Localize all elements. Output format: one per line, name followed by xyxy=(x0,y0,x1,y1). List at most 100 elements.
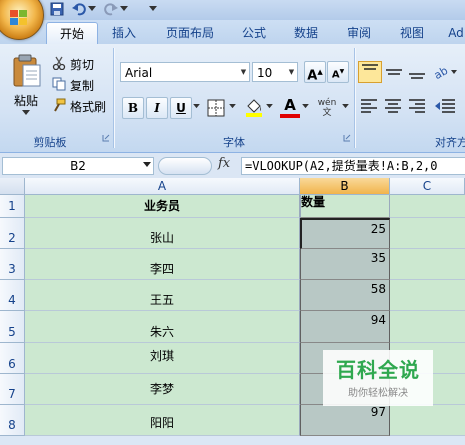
tab-formulas[interactable]: 公式 xyxy=(236,22,272,44)
font-group-label: 字体 xyxy=(223,136,245,149)
group-separator xyxy=(354,48,356,148)
align-center-icon[interactable] xyxy=(384,97,402,115)
select-all-button[interactable] xyxy=(0,178,25,195)
align-bottom-icon[interactable] xyxy=(406,61,428,83)
cell-name[interactable]: 阳阳 xyxy=(25,405,300,436)
format-painter-icon[interactable] xyxy=(52,98,66,112)
row-header[interactable]: 4 xyxy=(0,280,25,311)
cell-name[interactable]: 李梦 xyxy=(25,374,300,405)
align-left-icon[interactable] xyxy=(360,97,378,115)
tab-view[interactable]: 视图 xyxy=(394,22,430,44)
column-header-a[interactable]: A xyxy=(25,178,300,195)
align-top-icon[interactable] xyxy=(358,61,382,83)
save-icon[interactable] xyxy=(50,2,64,16)
office-logo-icon xyxy=(10,10,27,25)
italic-button[interactable]: I xyxy=(146,97,168,119)
insert-function-button[interactable]: fx xyxy=(218,156,238,176)
paste-dropdown-icon[interactable] xyxy=(22,110,30,116)
font-name-value: Arial xyxy=(125,66,153,80)
watermark-subtitle: 助你轻松解决 xyxy=(348,388,408,399)
cell-qty[interactable]: 35 xyxy=(300,249,390,280)
column-header-c[interactable]: C xyxy=(390,178,465,195)
phonetic-dropdown-icon[interactable] xyxy=(342,104,349,109)
customize-qat-icon[interactable] xyxy=(148,4,158,14)
tab-home[interactable]: 开始 xyxy=(46,22,98,45)
row-header[interactable]: 2 xyxy=(0,218,25,249)
bold-button[interactable]: B xyxy=(122,97,144,119)
borders-dropdown-icon[interactable] xyxy=(229,104,236,109)
watermark-title: 百科全说 xyxy=(336,358,420,382)
underline-button[interactable]: U xyxy=(170,97,192,119)
cell-a1[interactable]: 业务员 xyxy=(25,195,300,218)
tab-addins[interactable]: Ad xyxy=(445,22,465,44)
shrink-font-button[interactable]: A▼ xyxy=(327,61,349,83)
paste-button-label[interactable]: 粘贴 xyxy=(14,92,38,109)
format-painter-button[interactable]: 格式刷 xyxy=(70,98,106,115)
tab-insert[interactable]: 插入 xyxy=(106,22,142,44)
name-box-dropdown-icon[interactable] xyxy=(143,162,151,168)
font-color-dropdown-icon[interactable] xyxy=(302,104,309,109)
clipboard-launcher-icon[interactable] xyxy=(102,134,110,142)
text-orientation-icon[interactable]: ab xyxy=(432,61,458,83)
tab-page-layout[interactable]: 页面布局 xyxy=(160,22,220,44)
cell-c[interactable] xyxy=(390,405,465,436)
cell-c[interactable] xyxy=(390,311,465,343)
row-header[interactable]: 8 xyxy=(0,405,25,436)
cell-name[interactable]: 张山 xyxy=(25,218,300,249)
row-header[interactable]: 7 xyxy=(0,374,25,405)
paste-icon[interactable] xyxy=(12,54,42,88)
align-right-icon[interactable] xyxy=(408,97,426,115)
column-header-b[interactable]: B xyxy=(300,178,390,195)
font-color-icon[interactable]: A xyxy=(280,96,300,114)
font-size-combo[interactable]: 10 ▼ xyxy=(252,62,298,82)
grow-font-icon: A xyxy=(307,68,318,84)
formula-input[interactable]: =VLOOKUP(A2,提货量表!A:B,2,0 xyxy=(241,157,465,175)
group-separator xyxy=(113,48,115,148)
underline-dropdown-icon[interactable] xyxy=(193,104,200,109)
cell-c1[interactable] xyxy=(390,195,465,218)
redo-icon[interactable] xyxy=(104,2,118,16)
row-header[interactable]: 3 xyxy=(0,249,25,280)
phonetic-guide-icon[interactable]: wén 文 xyxy=(313,98,341,118)
row-header[interactable]: 5 xyxy=(0,311,25,343)
cell-c[interactable] xyxy=(390,249,465,280)
formula-bar-splitter[interactable] xyxy=(158,157,212,175)
cell-b1[interactable]: 数量 xyxy=(300,195,390,218)
cell-qty[interactable]: 58 xyxy=(300,280,390,311)
undo-icon[interactable] xyxy=(72,2,86,16)
cut-icon[interactable] xyxy=(52,56,66,70)
undo-dropdown-icon[interactable] xyxy=(88,6,96,12)
redo-dropdown-icon[interactable] xyxy=(120,6,128,12)
cell-c[interactable] xyxy=(390,218,465,249)
copy-icon[interactable] xyxy=(52,77,66,91)
cell-name[interactable]: 刘琪 xyxy=(25,343,300,374)
grow-font-button[interactable]: A▲ xyxy=(304,61,326,83)
fill-color-icon[interactable] xyxy=(244,97,264,117)
font-size-value: 10 xyxy=(257,66,273,80)
cell-qty[interactable]: 97 xyxy=(300,405,390,436)
cut-button[interactable]: 剪切 xyxy=(70,56,94,73)
chevron-down-icon[interactable]: ▼ xyxy=(286,63,297,81)
decrease-indent-icon[interactable] xyxy=(434,97,456,115)
shrink-font-icon: A xyxy=(331,69,340,81)
cell-qty[interactable]: 94 xyxy=(300,311,390,343)
cell-name[interactable]: 李四 xyxy=(25,249,300,280)
row-header[interactable]: 1 xyxy=(0,195,25,218)
clipboard-group-label: 剪贴板 xyxy=(33,136,67,149)
svg-text:ab: ab xyxy=(432,64,450,82)
align-middle-icon[interactable] xyxy=(383,61,405,83)
name-box[interactable]: B2 xyxy=(2,157,154,175)
font-name-combo[interactable]: Arial ▼ xyxy=(120,62,250,82)
tab-review[interactable]: 审阅 xyxy=(341,22,377,44)
tab-data[interactable]: 数据 xyxy=(288,22,324,44)
font-launcher-icon[interactable] xyxy=(343,134,351,142)
row-header[interactable]: 6 xyxy=(0,343,25,374)
cell-name[interactable]: 朱六 xyxy=(25,311,300,343)
fill-color-dropdown-icon[interactable] xyxy=(266,104,273,109)
cell-name[interactable]: 王五 xyxy=(25,280,300,311)
borders-icon[interactable] xyxy=(206,98,226,118)
copy-button[interactable]: 复制 xyxy=(70,77,94,94)
cell-c[interactable] xyxy=(390,280,465,311)
chevron-down-icon[interactable]: ▼ xyxy=(238,63,249,81)
cell-b2-active[interactable]: 25 xyxy=(300,218,390,249)
